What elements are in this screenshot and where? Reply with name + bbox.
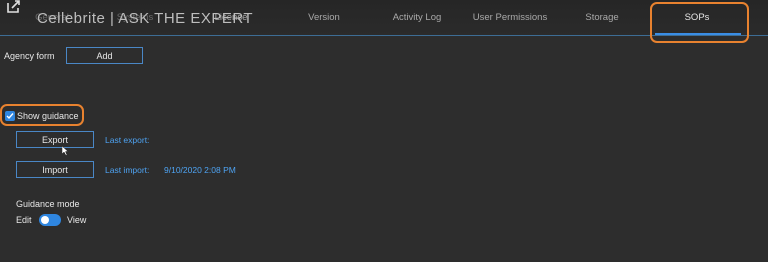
tab-storage[interactable]: Storage [585,12,618,23]
sops-tab-highlight [650,2,749,43]
show-guidance-checkbox[interactable] [5,111,15,121]
guidance-mode-toggle[interactable] [39,214,61,226]
guidance-mode-heading: Guidance mode [16,199,80,209]
toggle-knob [41,216,49,224]
add-agency-form-button[interactable]: Add [66,47,143,64]
last-export-label: Last export: [105,135,150,145]
check-icon [6,113,14,120]
mouse-pointer-icon [62,146,69,156]
mode-edit-label: Edit [16,215,32,225]
last-import-label: Last import: [105,165,150,175]
last-import-value: 9/10/2020 2:08 PM [164,165,236,175]
import-button[interactable]: Import [16,161,94,178]
agency-form-label: Agency form [4,51,55,61]
mode-view-label: View [67,215,87,225]
export-button[interactable]: Export [16,131,94,148]
tab-version[interactable]: Version [308,12,340,23]
show-guidance-label: Show guidance [17,111,79,121]
tab-activity-log[interactable]: Activity Log [393,12,442,23]
brand-watermark: Cellebrite | ASK THE EXPERT [37,10,254,27]
tab-user-permissions[interactable]: User Permissions [473,12,547,23]
